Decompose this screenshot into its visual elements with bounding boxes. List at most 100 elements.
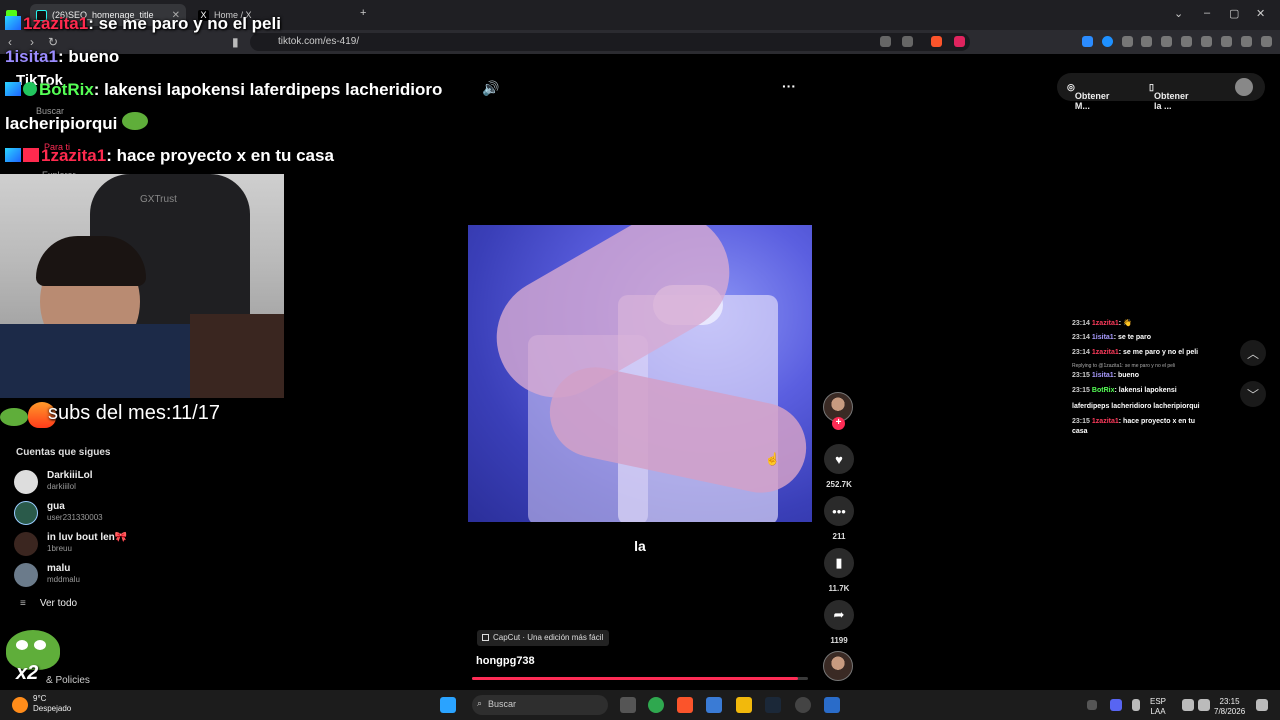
jacket xyxy=(190,314,284,398)
right-chat-line: 23:14 1zazita1: 👋 xyxy=(1072,320,1132,327)
person-hair xyxy=(36,236,146,286)
following-item[interactable]: gua user231330003 xyxy=(14,501,103,525)
new-tab-icon[interactable]: + xyxy=(360,7,366,19)
overlay-chat-line: lacheripiorqui xyxy=(5,112,150,134)
sidebar-icon[interactable] xyxy=(1181,36,1192,47)
scroll-up-button[interactable]: ︿ xyxy=(1240,340,1266,366)
network-icon[interactable] xyxy=(1182,699,1194,711)
obs-icon[interactable] xyxy=(795,697,811,713)
following-item[interactable]: DarkiiiLol darkiiilol xyxy=(14,470,93,494)
taskbar-search[interactable]: ⌕ Buscar xyxy=(472,695,608,715)
ccleaner-icon[interactable] xyxy=(824,697,840,713)
weather-icon[interactable] xyxy=(12,697,28,713)
maximize-icon[interactable]: ▢ xyxy=(1229,7,1239,20)
chevron-down-icon[interactable]: ⌄ xyxy=(1174,7,1183,20)
account-name: DarkiiiLol xyxy=(47,470,93,481)
cast-icon[interactable] xyxy=(902,36,913,47)
following-title: Cuentas que sigues xyxy=(16,447,111,458)
get-desktop-button[interactable]: ▯ Obtener la ... xyxy=(1149,82,1188,111)
right-chat-line: 23:15 1isita1: bueno xyxy=(1072,372,1139,379)
bookmark-icon[interactable]: ▮ xyxy=(232,35,239,49)
video-progress-fill xyxy=(472,677,798,680)
account-username: mddmalu xyxy=(47,575,80,584)
right-chat-line: laferdipeps lacheridioro lacheripiorqui xyxy=(1072,403,1200,410)
language-indicator[interactable]: ESP LAA xyxy=(1150,697,1166,717)
topright-buttons: ◎ Obtener M... ▯ Obtener la ... xyxy=(1057,73,1265,111)
volume-icon[interactable]: 🔊 xyxy=(482,80,499,97)
right-chat-line: 23:14 1zazita1: se me paro y no el peli xyxy=(1072,349,1199,356)
video-progress-bar[interactable] xyxy=(472,677,808,680)
leo-icon[interactable] xyxy=(1221,36,1232,47)
mouse-cursor-icon: ☝ xyxy=(765,452,780,466)
speaker-icon[interactable] xyxy=(1198,699,1210,711)
list-icon: ≡ xyxy=(20,598,26,609)
comment-icon: ••• xyxy=(832,503,846,519)
account-name: in luv bout len🎀 xyxy=(47,532,128,543)
notification-icon[interactable] xyxy=(1256,699,1268,711)
discord-icon[interactable] xyxy=(1110,699,1122,711)
tray-chevron-icon[interactable] xyxy=(1087,700,1097,710)
share-icon: ➦ xyxy=(833,607,845,622)
close-window-icon[interactable]: ✕ xyxy=(1256,7,1265,20)
multiplier-label: x2 xyxy=(16,662,39,684)
translate-icon[interactable] xyxy=(880,36,891,47)
scroll-down-button[interactable]: ﹀ xyxy=(1240,381,1266,407)
capcut-tag[interactable]: CapCut · Una edición más fácil xyxy=(477,630,610,646)
url-field[interactable]: tiktok.com/es-419/ xyxy=(250,33,970,51)
minimize-icon[interactable]: – xyxy=(1204,7,1210,19)
avatar xyxy=(14,470,38,494)
search-icon: ⌕ xyxy=(477,698,483,708)
share-button[interactable]: ➦ xyxy=(824,600,854,630)
following-item[interactable]: malu mddmalu xyxy=(14,563,80,587)
brave-shield-icon[interactable] xyxy=(931,36,942,47)
extension-audio-icon[interactable] xyxy=(1082,36,1093,47)
sub-badge-icon xyxy=(5,16,21,30)
save-button[interactable]: ▮ xyxy=(824,548,854,578)
windows-start-icon[interactable] xyxy=(440,697,456,713)
see-all-link[interactable]: ≡ Ver todo xyxy=(20,598,77,609)
overlay-chat-line: 1isita1: bueno xyxy=(5,47,120,66)
task-view-icon[interactable] xyxy=(620,697,636,713)
steam-icon[interactable] xyxy=(765,697,781,713)
download-icon[interactable] xyxy=(1141,36,1152,47)
right-chat-line: casa xyxy=(1072,428,1088,435)
following-item[interactable]: in luv bout len🎀 1breuu xyxy=(14,532,127,556)
share-count: 1199 xyxy=(830,636,848,645)
music-icon[interactable] xyxy=(1161,36,1172,47)
like-button[interactable]: ♥ xyxy=(824,444,854,474)
get-app-button[interactable]: ◎ Obtener M... xyxy=(1067,82,1109,111)
file-explorer-icon[interactable] xyxy=(736,697,752,713)
store-icon[interactable] xyxy=(706,697,722,713)
brave-icon[interactable] xyxy=(677,697,693,713)
weather-widget[interactable]: 9°C Despejado xyxy=(33,694,71,714)
clock[interactable]: 23:15 7/8/2026 xyxy=(1214,697,1245,717)
wallet-icon[interactable] xyxy=(1201,36,1212,47)
save-count: 11.7K xyxy=(828,584,850,593)
comment-button[interactable]: ••• xyxy=(824,496,854,526)
overlay-chat-line: 1zazita1: se me paro y no el peli xyxy=(5,14,281,34)
capcut-label: CapCut · Una edición más fácil xyxy=(493,633,604,642)
account-name: gua xyxy=(47,501,65,512)
profile-avatar[interactable] xyxy=(1235,78,1253,96)
heart-icon: ♥ xyxy=(835,451,843,467)
extensions-icon[interactable] xyxy=(1122,36,1133,47)
overlay-chat-line: 1zazita1: hace proyecto x en tu casa xyxy=(5,146,334,166)
menu-icon[interactable] xyxy=(1261,36,1272,47)
pepe-emote-icon xyxy=(122,112,149,130)
extension-blue-icon[interactable] xyxy=(1102,36,1113,47)
more-options-icon[interactable]: ··· xyxy=(782,78,796,94)
chevron-down-icon: ﹀ xyxy=(1246,387,1259,402)
music-disc-avatar[interactable] xyxy=(823,651,853,681)
right-chat-reply: Replying to @1zazita1: se me paro y no e… xyxy=(1072,363,1176,369)
follow-plus-icon[interactable]: + xyxy=(832,417,845,430)
vpn-icon[interactable] xyxy=(1241,36,1252,47)
chrome-icon[interactable] xyxy=(648,697,664,713)
video-author[interactable]: hongpg738 xyxy=(476,655,535,667)
avatar xyxy=(14,532,38,556)
video-player[interactable] xyxy=(468,225,812,522)
subs-counter: subs del mes:11/17 xyxy=(48,402,220,424)
microphone-icon[interactable] xyxy=(1132,699,1140,711)
chair-brand: GXTrust xyxy=(140,194,177,205)
brave-rewards-icon[interactable] xyxy=(954,36,965,47)
url-text: tiktok.com/es-419/ xyxy=(278,36,360,47)
